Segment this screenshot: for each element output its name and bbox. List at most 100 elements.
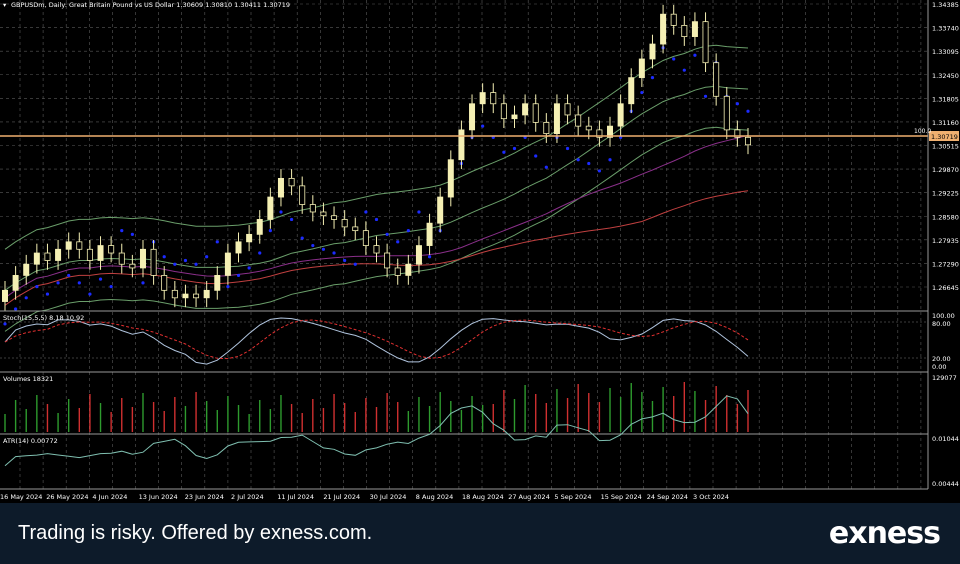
candle-body <box>76 241 83 250</box>
price-tick-label: 1.29870 <box>932 166 959 174</box>
sar-dot <box>88 292 92 296</box>
candle-body <box>182 293 189 299</box>
sar-dot <box>396 240 400 244</box>
sar-dot <box>406 229 410 233</box>
volumes-max-tick: 129077 <box>932 374 957 382</box>
candle-body <box>55 248 62 261</box>
time-tick-label: 24 Sep 2024 <box>647 493 688 501</box>
candle-body <box>352 226 359 232</box>
candle-body <box>277 177 284 198</box>
candle-body <box>12 275 19 291</box>
candle-body <box>670 13 677 26</box>
exness-logo: exness <box>828 516 941 551</box>
price-tick-label: 1.34385 <box>932 1 959 9</box>
sar-dot <box>77 281 81 285</box>
candle-body <box>108 245 115 254</box>
sar-dot <box>364 210 368 214</box>
atr-label: ATR(14) 0.00772 <box>3 437 58 445</box>
sar-dot <box>650 76 655 80</box>
sar-dot <box>205 255 209 259</box>
time-tick-label: 30 Jul 2024 <box>370 493 407 501</box>
sar-dot <box>544 165 548 169</box>
candle-body <box>129 263 136 269</box>
candle-body <box>246 233 253 243</box>
sar-dot <box>332 251 336 255</box>
candle-body <box>44 252 51 261</box>
candle-body <box>65 241 72 250</box>
time-tick-label: 13 Jun 2024 <box>139 493 178 501</box>
sar-dot <box>703 94 708 98</box>
candle-body <box>394 267 401 276</box>
sar-dot <box>502 150 506 154</box>
candle-body <box>341 219 348 228</box>
time-tick-label: 11 Jul 2024 <box>277 493 314 501</box>
sar-dot <box>300 236 304 240</box>
sar-dot <box>640 90 644 95</box>
stoch-tick-20: 20.00 <box>932 355 951 363</box>
sar-dot <box>682 68 686 72</box>
sar-dot <box>109 285 113 289</box>
footer-banner: Trading is risky. Offered by exness.com.… <box>0 503 960 564</box>
sar-dot <box>576 158 580 162</box>
candle-body <box>681 24 688 37</box>
candle-body <box>150 248 157 276</box>
stoch-tick-0: 0.00 <box>932 363 946 371</box>
candle-body <box>479 92 486 105</box>
time-tick-label: 16 May 2024 <box>0 493 42 501</box>
time-tick-label: 27 Aug 2024 <box>508 493 550 501</box>
price-tick-label: 1.30515 <box>932 143 959 151</box>
sar-dot <box>183 258 188 263</box>
candle-body <box>288 177 295 187</box>
time-tick-label: 3 Oct 2024 <box>693 493 729 501</box>
candle-body <box>522 103 529 116</box>
price-chart[interactable]: ▾ GBPUSDm, Daily: Great Britain Pound vs… <box>0 0 960 503</box>
sar-dot <box>162 255 166 259</box>
sar-dot <box>353 262 357 266</box>
volumes-label: Volumes 18321 <box>3 375 53 383</box>
sar-dot <box>24 296 28 300</box>
sar-dot <box>534 154 538 158</box>
sar-dot <box>693 53 697 57</box>
candle-body <box>543 122 550 135</box>
sar-dot <box>311 243 315 248</box>
price-tick-label: 1.28580 <box>932 213 959 221</box>
sar-dot <box>67 273 71 278</box>
candle-body <box>585 125 592 131</box>
candle-body <box>193 293 200 299</box>
price-tick-label: 1.27290 <box>932 260 959 268</box>
sar-dot <box>608 158 612 162</box>
current-price-value: 1.30719 <box>931 133 958 141</box>
candle-body <box>691 21 698 37</box>
sar-dot <box>258 251 262 255</box>
price-tick-label: 1.26645 <box>932 284 959 292</box>
sar-dot <box>45 292 50 296</box>
candle-body <box>447 159 454 198</box>
stoch-label: Stoch(15,5,5) 8.18 10.92 <box>3 314 84 322</box>
sar-dot <box>173 262 177 266</box>
time-tick-label: 23 Jun 2024 <box>185 493 224 501</box>
time-tick-label: 5 Sep 2024 <box>554 493 591 501</box>
candle-body <box>267 196 274 220</box>
price-tick-label: 1.33095 <box>932 48 959 56</box>
sar-dot <box>587 161 591 166</box>
candle-body <box>309 204 316 213</box>
sar-dot <box>14 307 18 311</box>
candle-body <box>723 95 730 131</box>
price-tick-label: 1.31805 <box>932 95 959 103</box>
sar-dot <box>279 210 283 214</box>
candle-body <box>171 289 178 299</box>
candle-body <box>384 252 391 269</box>
sar-dot <box>746 109 750 113</box>
sar-dot <box>374 217 379 222</box>
candle-body <box>405 263 412 276</box>
candle-body <box>745 136 752 146</box>
sar-dot <box>194 262 198 266</box>
sar-dot <box>512 146 517 151</box>
candle-body <box>362 230 369 246</box>
stoch-tick-100: 100.00 <box>932 312 955 320</box>
risk-disclaimer: Trading is risky. Offered by exness.com. <box>18 522 373 544</box>
sar-dot <box>321 247 326 251</box>
sar-dot <box>417 210 421 214</box>
sar-dot <box>481 124 485 128</box>
time-tick-label: 8 Aug 2024 <box>416 493 454 501</box>
